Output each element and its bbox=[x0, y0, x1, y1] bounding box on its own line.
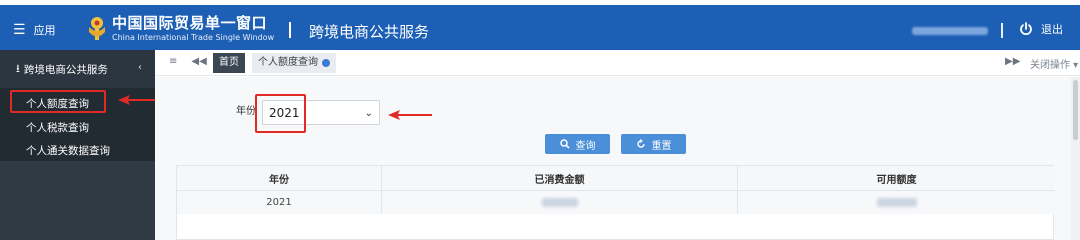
tab-bar: ≡ ◀◀ 首页 个人额度查询 ▶▶ 关闭操作 ▾ bbox=[155, 50, 1080, 76]
menu-toggle-icon[interactable]: ≡ bbox=[169, 56, 177, 67]
cell-available-redacted bbox=[738, 190, 1055, 214]
annotation-highlight-box-year bbox=[255, 94, 306, 133]
chevron-down-icon: ⌄ bbox=[364, 108, 373, 119]
tab-personal-quota[interactable]: 个人额度查询 bbox=[252, 53, 336, 73]
tab-nav-icons: ≡ ◀◀ bbox=[169, 56, 207, 67]
column-header-available: 可用额度 bbox=[738, 166, 1055, 190]
username-redacted bbox=[912, 27, 988, 35]
logout-label: 退出 bbox=[1041, 23, 1063, 36]
query-button-label: 查询 bbox=[575, 140, 596, 152]
scroll-right-icon[interactable]: ▶▶ bbox=[1005, 56, 1020, 67]
tab-label: 个人额度查询 bbox=[258, 57, 318, 68]
column-header-spent: 已消费金额 bbox=[382, 166, 738, 190]
query-button[interactable]: 查询 bbox=[545, 134, 610, 154]
reset-button-label: 重置 bbox=[651, 140, 672, 152]
annotation-arrow-left-year bbox=[388, 110, 432, 120]
customs-emblem-icon bbox=[89, 17, 105, 40]
logout-button[interactable]: 退出 bbox=[1019, 21, 1063, 37]
scroll-left-icon[interactable]: ◀◀ bbox=[191, 56, 206, 67]
sidebar-section-header[interactable]: ⭳ 跨境电商公共服务 ‹ bbox=[0, 50, 155, 88]
tab-home[interactable]: 首页 bbox=[213, 53, 245, 73]
column-header-year: 年份 bbox=[177, 166, 382, 190]
close-tab-icon[interactable] bbox=[322, 59, 330, 67]
brand-english: China International Trade Single Window bbox=[112, 33, 275, 42]
close-operations-label: 关闭操作 bbox=[1030, 60, 1070, 71]
app-menu-label: 应用 bbox=[33, 24, 56, 37]
redacted-value bbox=[876, 198, 917, 207]
redacted-value bbox=[541, 198, 578, 207]
app-header: ☰ 应用 中国国际贸易单一窗口 China International Trad… bbox=[0, 5, 1080, 50]
hamburger-icon: ☰ bbox=[13, 22, 26, 38]
reset-button[interactable]: 重置 bbox=[621, 134, 686, 154]
sidebar-item-customs-data[interactable]: 个人通关数据查询 bbox=[26, 143, 110, 158]
chevron-left-icon[interactable]: ‹ bbox=[138, 62, 142, 73]
brand-block: 中国国际贸易单一窗口 China International Trade Sin… bbox=[112, 15, 274, 43]
download-icon: ⭳ bbox=[16, 61, 20, 75]
sidebar-section-title: 跨境电商公共服务 bbox=[23, 63, 108, 76]
quota-table: 年份 已消费金额 可用额度 2021 bbox=[176, 165, 1055, 240]
annotation-arrow-left bbox=[118, 95, 156, 105]
brand-chinese: 中国国际贸易单一窗口 bbox=[112, 14, 268, 32]
year-label: 年份 bbox=[236, 106, 256, 117]
scrollbar-thumb[interactable] bbox=[1073, 80, 1078, 140]
app-menu-button[interactable]: ☰ 应用 bbox=[13, 22, 56, 38]
search-icon bbox=[559, 139, 570, 149]
service-title: 跨境电商公共服务 bbox=[309, 23, 430, 41]
close-operations-menu[interactable]: 关闭操作 ▾ bbox=[1030, 56, 1078, 71]
cell-spent-redacted bbox=[382, 190, 738, 214]
sidebar-item-personal-tax[interactable]: 个人税款查询 bbox=[26, 120, 89, 135]
sidebar: ⭳ 跨境电商公共服务 ‹ 个人额度查询 个人税款查询 个人通关数据查询 bbox=[0, 50, 155, 240]
power-icon bbox=[1020, 22, 1032, 36]
header-divider bbox=[289, 22, 291, 38]
refresh-icon bbox=[636, 139, 645, 148]
header-divider-right bbox=[1001, 23, 1003, 38]
cell-year: 2021 bbox=[177, 190, 382, 214]
annotation-highlight-box bbox=[10, 90, 106, 113]
